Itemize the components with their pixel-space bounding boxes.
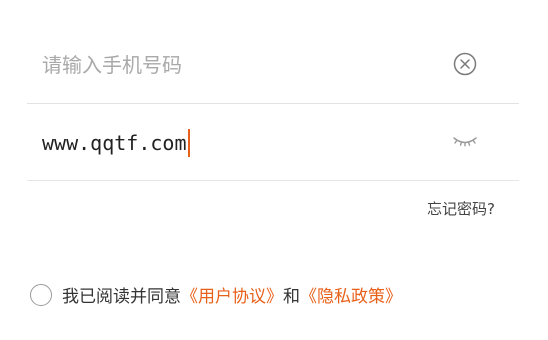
- phone-input-row: [27, 30, 519, 104]
- forgot-password-link[interactable]: 忘记密码?: [427, 198, 495, 219]
- agreement-prefix: 我已阅读并同意: [62, 287, 181, 307]
- clear-icon[interactable]: [453, 52, 477, 76]
- password-input-row: www.qqtf.com: [27, 104, 519, 181]
- phone-input[interactable]: [42, 50, 442, 80]
- user-agreement-link[interactable]: 《用户协议》: [181, 282, 283, 307]
- privacy-policy-link[interactable]: 《隐私政策》: [300, 282, 402, 307]
- agreement-row: 我已阅读并同意 《用户协议》 和 《隐私政策》: [30, 282, 402, 307]
- password-input[interactable]: www.qqtf.com: [42, 129, 190, 157]
- password-value: www.qqtf.com: [42, 131, 187, 155]
- agree-radio[interactable]: [30, 283, 52, 306]
- closed-eye-icon[interactable]: [451, 132, 479, 150]
- text-cursor: [187, 129, 190, 157]
- agreement-conjunction: 和: [283, 287, 300, 307]
